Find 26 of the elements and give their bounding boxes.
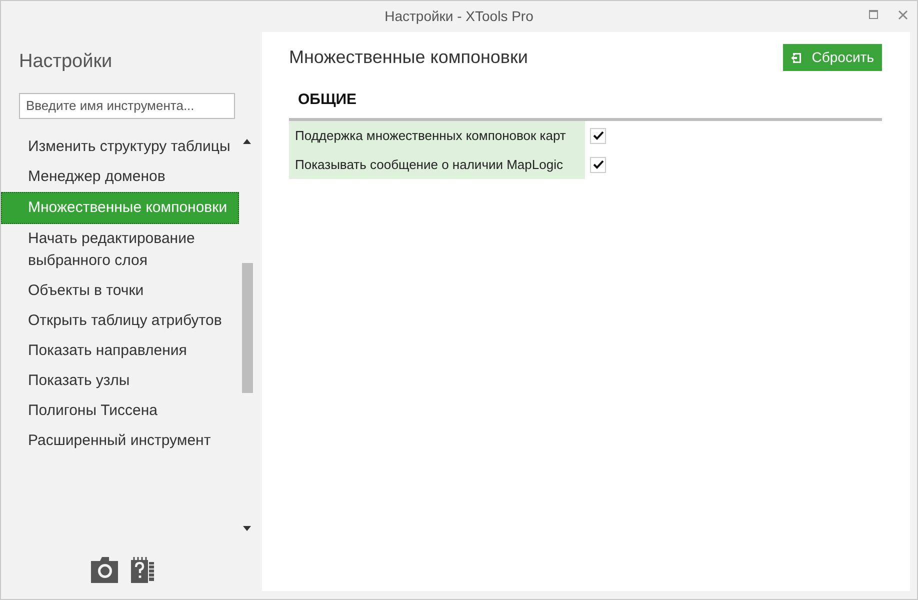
help-notebook-icon[interactable] <box>131 556 157 582</box>
checkbox[interactable] <box>590 156 606 172</box>
section-heading: ОБЩИЕ <box>298 91 357 108</box>
page-title: Множественные компоновки <box>289 46 528 69</box>
sidebar-item[interactable]: Показать узлы <box>1 366 239 396</box>
sidebar-item[interactable]: Менеджер доменов <box>1 162 239 192</box>
sidebar-title: Настройки <box>19 50 114 74</box>
scroll-down-icon[interactable] <box>243 526 251 530</box>
search-field[interactable]: Введите имя инструмента... <box>19 92 235 118</box>
sidebar-item[interactable]: Начать редактирование выбранного слоя <box>1 224 239 276</box>
checkbox[interactable] <box>590 128 606 144</box>
sidebar-item[interactable]: Открыть таблицу атрибутов <box>1 306 239 336</box>
reset-icon <box>790 52 802 64</box>
sidebar-item[interactable]: Расширенный инструмент <box>1 426 239 456</box>
maximize-icon[interactable] <box>869 10 878 19</box>
sidebar-item[interactable]: Полигоны Тиссена <box>1 396 239 426</box>
sidebar-item[interactable]: Показать направления <box>1 336 239 366</box>
close-icon[interactable] <box>898 10 908 20</box>
scrollbar-thumb[interactable] <box>242 262 252 392</box>
camera-icon[interactable] <box>91 556 118 582</box>
option-label: Показывать сообщение о наличии MapLogic <box>289 150 585 179</box>
sidebar-item[interactable]: Изменить структуру таблицы <box>1 132 239 162</box>
option-label: Поддержка множественных компоновок карт <box>289 121 585 150</box>
sidebar-item[interactable]: Объекты в точки <box>1 276 239 306</box>
window-title: Настройки - XTools Pro <box>384 8 534 24</box>
scroll-up-icon[interactable] <box>243 138 251 144</box>
